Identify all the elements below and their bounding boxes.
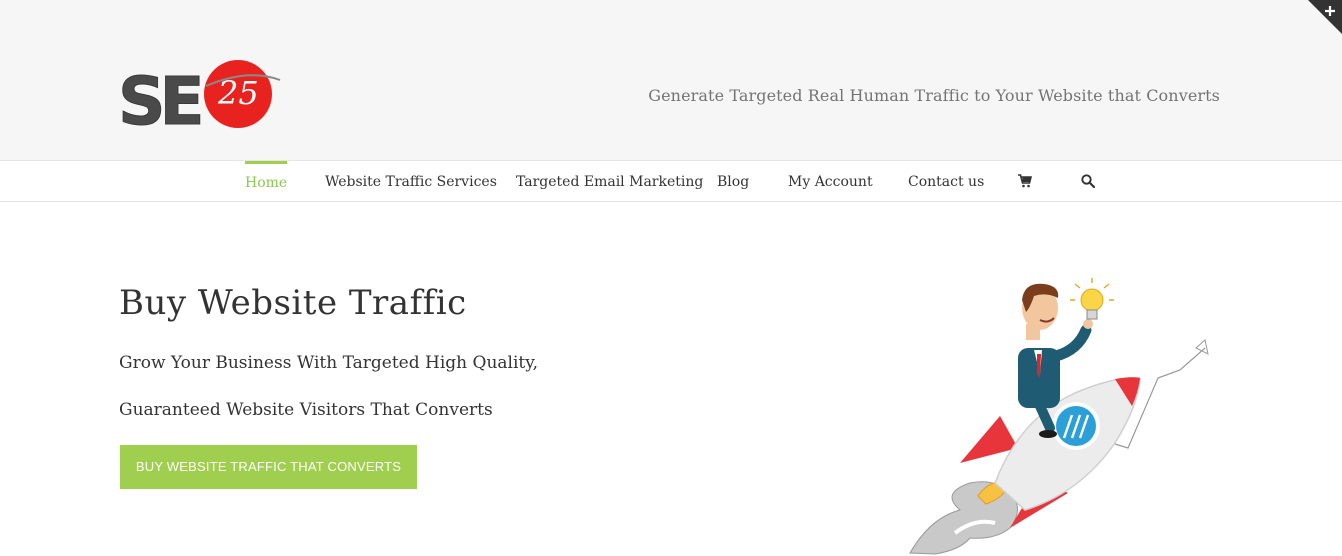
nav-item-blog[interactable]: Blog — [717, 161, 749, 201]
nav-item-my-account[interactable]: My Account — [788, 161, 873, 201]
nav-item-contact-us[interactable]: Contact us — [908, 161, 984, 201]
nav-item-targeted-email-marketing[interactable]: Targeted Email Marketing — [516, 161, 703, 201]
shopping-cart-icon[interactable] — [1018, 174, 1032, 188]
nav-item-website-traffic-services[interactable]: Website Traffic Services — [325, 161, 497, 201]
logo-text: SE — [118, 63, 201, 132]
buy-traffic-button[interactable]: BUY WEBSITE TRAFFIC THAT CONVERTS — [120, 445, 417, 489]
nav-item-home[interactable]: Home — [245, 161, 288, 201]
hero-title: Buy Website Traffic — [119, 283, 467, 323]
hero-subtitle-line-2: Guaranteed Website Visitors That Convert… — [119, 400, 493, 420]
search-icon[interactable] — [1081, 174, 1095, 188]
site-header: SE 25 Generate Targeted Real Human Traff… — [0, 0, 1342, 161]
corner-toggle-icon[interactable] — [1308, 0, 1342, 34]
main-nav: Home Website Traffic Services Targeted E… — [0, 161, 1342, 202]
site-tagline: Generate Targeted Real Human Traffic to … — [648, 86, 1220, 105]
site-logo[interactable]: SE 25 — [118, 58, 286, 132]
rocket-businessman-illustration — [909, 278, 1209, 555]
hero-subtitle-line-1: Grow Your Business With Targeted High Qu… — [119, 353, 538, 373]
